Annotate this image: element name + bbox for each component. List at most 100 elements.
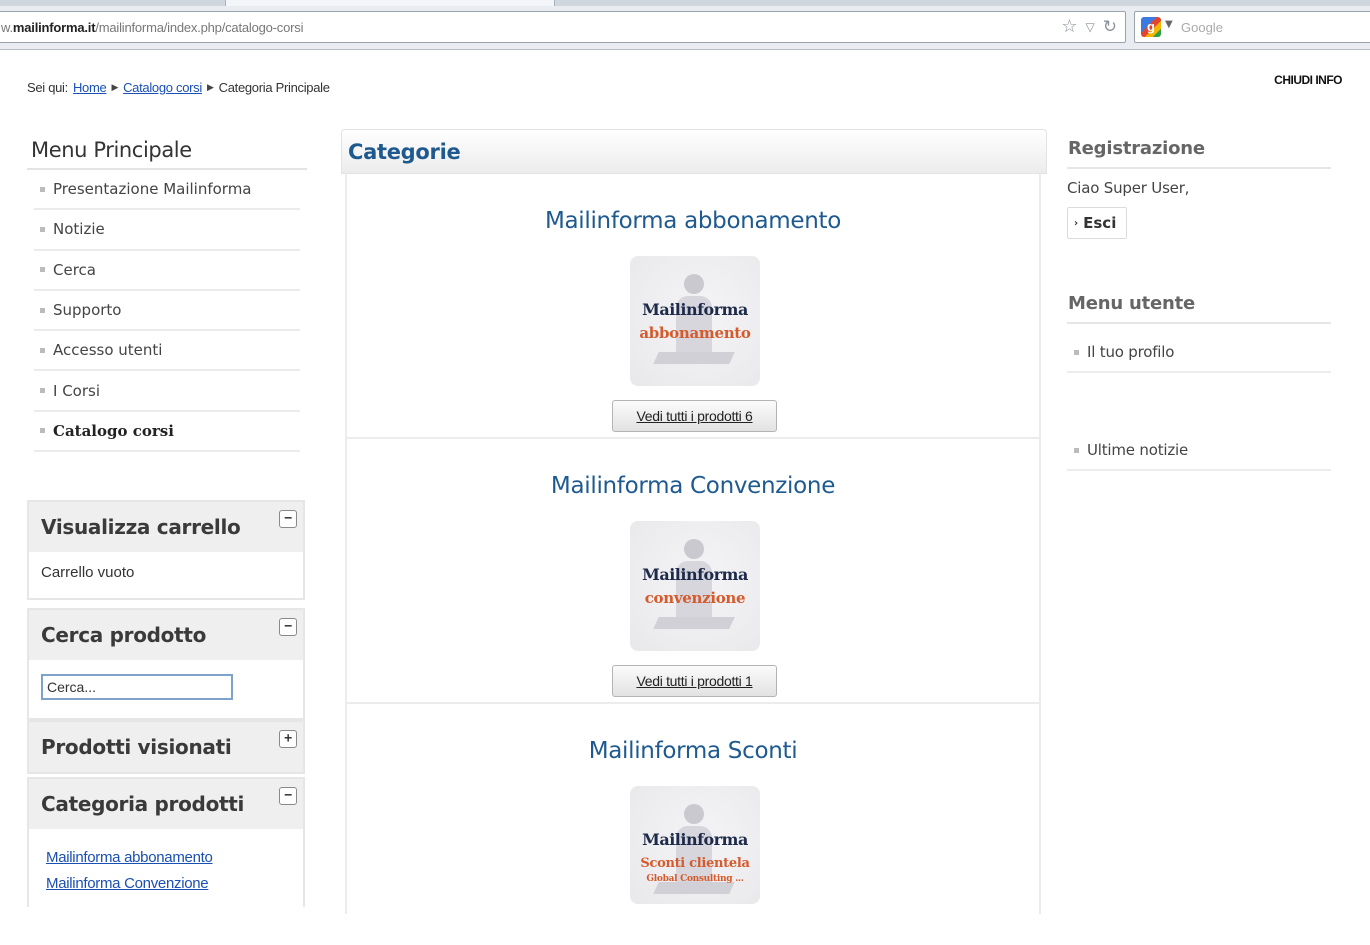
- right-sidebar: Registrazione Ciao Super User, › Esci Me…: [1067, 130, 1331, 471]
- menu-item-accesso-utenti[interactable]: Accesso utenti: [34, 331, 300, 372]
- category-title[interactable]: Mailinforma Convenzione: [347, 473, 1039, 499]
- viewed-products-title-text: Prodotti visionati: [41, 735, 232, 759]
- thumbnail-subtitle-text: abbonamento: [639, 324, 751, 342]
- thumbnail-subtitle-text: convenzione: [644, 589, 746, 607]
- address-bar[interactable]: w.mailinforma.it/mailinforma/index.php/c…: [0, 11, 1126, 43]
- breadcrumb-current: Categoria Principale: [218, 80, 330, 95]
- google-icon[interactable]: g: [1141, 17, 1161, 37]
- menu-item-label: I Corsi: [53, 381, 100, 400]
- close-info-link[interactable]: CHIUDI INFO: [1274, 73, 1342, 87]
- collapse-icon[interactable]: −: [279, 510, 297, 528]
- reload-icon[interactable]: ↻: [1103, 17, 1117, 37]
- user-menu-item-profile[interactable]: Il tuo profilo: [1067, 333, 1331, 373]
- user-menu-item-label: Il tuo profilo: [1087, 343, 1175, 361]
- bullet-icon: [1074, 447, 1079, 453]
- cart-module-body: Carrello vuoto: [29, 552, 303, 598]
- expand-icon[interactable]: +: [279, 730, 297, 748]
- registration-title: Registrazione: [1067, 130, 1331, 169]
- menu-item-supporto[interactable]: Supporto: [34, 291, 300, 332]
- empty-cart-text: Carrello vuoto: [41, 564, 135, 581]
- search-module: Cerca prodotto −: [27, 608, 305, 720]
- main-content: Categorie Mailinforma abbonamento Mailin…: [341, 129, 1047, 914]
- collapse-icon[interactable]: −: [279, 618, 297, 636]
- product-categories-module: Categoria prodotti − Mailinforma abbonam…: [27, 777, 305, 907]
- logout-button[interactable]: › Esci: [1067, 207, 1127, 239]
- menu-item-i-corsi[interactable]: I Corsi: [34, 371, 300, 412]
- view-all-products-button[interactable]: Vedi tutti i prodotti 1: [612, 665, 777, 697]
- search-bar-placeholder: Google: [1181, 20, 1223, 35]
- bookmark-star-icon[interactable]: ☆: [1061, 16, 1077, 37]
- tab-strip: [0, 0, 1370, 6]
- chevron-right-icon: ›: [1074, 217, 1079, 229]
- product-search-input[interactable]: [41, 674, 233, 700]
- menu-item-label: Catalogo corsi: [53, 421, 174, 440]
- user-menu-title: Menu utente: [1067, 285, 1331, 324]
- bullet-icon: [40, 267, 45, 273]
- browser-tab[interactable]: [225, 0, 555, 6]
- category-item: Mailinforma abbonamento Mailinforma abbo…: [347, 174, 1039, 439]
- breadcrumb-catalogo-link[interactable]: Catalogo corsi: [123, 80, 202, 95]
- view-all-products-button[interactable]: Vedi tutti i prodotti 6: [612, 400, 777, 432]
- category-item: Mailinforma Sconti Mailinforma Sconti cl…: [347, 704, 1039, 904]
- category-list: Mailinforma abbonamento Mailinforma abbo…: [345, 174, 1041, 914]
- thumbnail-subtitle-text: Sconti clientela: [640, 856, 750, 871]
- thumbnail-brand-text: Mailinforma: [642, 565, 748, 584]
- dropdown-arrow-icon[interactable]: ▽: [1086, 20, 1095, 34]
- search-bar[interactable]: g ▼ Google: [1134, 11, 1370, 43]
- person-at-desk-icon: [653, 539, 735, 629]
- breadcrumb-home-link[interactable]: Home: [73, 80, 107, 95]
- bullet-icon: [40, 388, 45, 394]
- thumbnail-tagline-text: Global Consulting ...: [646, 874, 744, 884]
- category-thumbnail[interactable]: Mailinforma Sconti clientela Global Cons…: [630, 786, 760, 904]
- greeting-text: Ciao Super User,: [1067, 179, 1190, 197]
- category-thumbnail[interactable]: Mailinforma abbonamento: [630, 256, 760, 386]
- main-title: Categorie: [341, 129, 1047, 174]
- viewed-products-module: Prodotti visionati +: [27, 720, 305, 774]
- search-module-body: [29, 660, 303, 718]
- category-link-convenzione[interactable]: Mailinforma Convenzione: [46, 871, 286, 897]
- latest-news-label: Ultime notizie: [1087, 441, 1189, 459]
- person-at-desk-icon: [653, 274, 735, 364]
- product-categories-module-title: Categoria prodotti −: [29, 779, 303, 829]
- collapse-icon[interactable]: −: [279, 787, 297, 805]
- breadcrumb-separator-icon: ▶: [206, 82, 214, 92]
- logout-label: Esci: [1083, 214, 1117, 232]
- cart-module-title-text: Visualizza carrello: [41, 515, 241, 539]
- menu-item-label: Accesso utenti: [53, 341, 163, 360]
- address-bar-icons: ☆ ▽ ↻: [1061, 16, 1117, 37]
- url-text: w.mailinforma.it/mailinforma/index.php/c…: [1, 20, 304, 35]
- viewed-products-module-title[interactable]: Prodotti visionati +: [29, 722, 303, 772]
- bullet-icon: [40, 186, 45, 192]
- main-menu-title: Menu Principale: [27, 130, 307, 170]
- category-title[interactable]: Mailinforma Sconti: [347, 738, 1039, 764]
- cart-module-title: Visualizza carrello −: [29, 502, 303, 552]
- search-module-title-text: Cerca prodotto: [41, 623, 207, 647]
- bullet-icon: [1074, 349, 1079, 355]
- browser-toolbar: w.mailinforma.it/mailinforma/index.php/c…: [0, 0, 1370, 50]
- menu-item-label: Cerca: [53, 260, 96, 279]
- bullet-icon: [40, 428, 45, 434]
- breadcrumb-separator-icon: ▶: [111, 82, 119, 92]
- product-categories-title-text: Categoria prodotti: [41, 792, 245, 816]
- category-item: Mailinforma Convenzione Mailinforma conv…: [347, 439, 1039, 704]
- menu-item-presentazione[interactable]: Presentazione Mailinforma: [34, 170, 300, 211]
- menu-item-notizie[interactable]: Notizie: [34, 210, 300, 251]
- left-sidebar: Menu Principale Presentazione Mailinform…: [27, 130, 307, 907]
- search-module-title: Cerca prodotto −: [29, 610, 303, 660]
- main-menu: Presentazione Mailinforma Notizie Cerca …: [34, 170, 307, 453]
- bullet-icon: [40, 307, 45, 313]
- thumbnail-brand-text: Mailinforma: [642, 830, 748, 849]
- category-link-abbonamento[interactable]: Mailinforma abbonamento: [46, 845, 286, 871]
- bullet-icon: [40, 226, 45, 232]
- menu-item-label: Notizie: [53, 220, 105, 239]
- menu-item-catalogo-corsi[interactable]: Catalogo corsi: [34, 412, 300, 453]
- product-categories-body: Mailinforma abbonamento Mailinforma Conv…: [29, 829, 303, 913]
- menu-item-cerca[interactable]: Cerca: [34, 251, 300, 291]
- latest-news-item[interactable]: Ultime notizie: [1067, 431, 1331, 471]
- breadcrumb-prefix: Sei qui:: [27, 80, 68, 95]
- cart-module: Visualizza carrello − Carrello vuoto: [27, 500, 305, 600]
- search-engine-dropdown-icon[interactable]: ▼: [1165, 19, 1173, 30]
- category-thumbnail[interactable]: Mailinforma convenzione: [630, 521, 760, 651]
- menu-item-label: Supporto: [53, 301, 122, 320]
- category-title[interactable]: Mailinforma abbonamento: [347, 208, 1039, 234]
